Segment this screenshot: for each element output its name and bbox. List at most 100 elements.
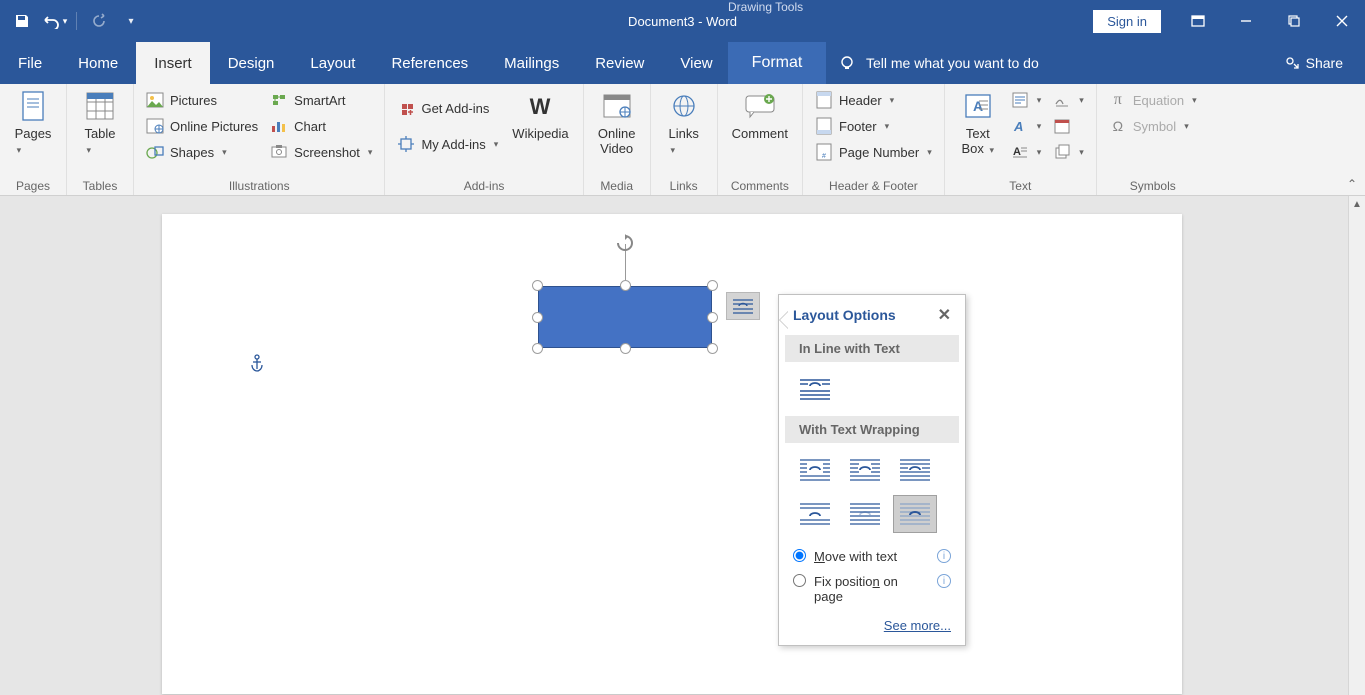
comment-button[interactable]: Comment	[726, 88, 794, 143]
wrap-tight[interactable]	[843, 451, 887, 489]
radio-move-with-text[interactable]: MMove with textove with text i	[793, 549, 951, 564]
my-addins-button[interactable]: My Add-ins▾	[393, 132, 502, 156]
wikipedia-button[interactable]: W Wikipedia	[506, 88, 574, 143]
see-more-row: See more...	[779, 612, 965, 645]
group-addins: Get Add-ins My Add-ins▾ W Wikipedia Add-…	[385, 84, 583, 195]
page-number-button[interactable]: #Page Number▾	[811, 140, 936, 164]
ribbon-tabs: File Home Insert Design Layout Reference…	[0, 42, 1365, 84]
wrap-through[interactable]	[893, 451, 937, 489]
maximize-button[interactable]	[1271, 0, 1317, 42]
wrap-inline[interactable]	[793, 370, 837, 408]
selected-shape[interactable]	[538, 286, 712, 348]
tab-review[interactable]: Review	[577, 42, 662, 84]
qat-customize-button[interactable]: ▾	[117, 7, 145, 35]
online-pictures-button[interactable]: Online Pictures	[142, 114, 262, 138]
rectangle-shape[interactable]	[538, 286, 712, 348]
signin-button[interactable]: Sign in	[1093, 10, 1161, 33]
drop-cap-icon: A	[1011, 143, 1029, 161]
radio-fix-position[interactable]: Fix position onpage i	[793, 574, 951, 604]
symbol-button[interactable]: ΩSymbol▾	[1105, 114, 1201, 138]
radio-move-input[interactable]	[793, 549, 806, 562]
tab-file[interactable]: File	[0, 42, 60, 84]
redo-icon	[91, 13, 107, 29]
layout-options-toggle[interactable]	[726, 292, 760, 320]
links-button[interactable]: Links▾	[659, 88, 709, 158]
pictures-button[interactable]: Pictures	[142, 88, 262, 112]
quick-parts-icon	[1011, 91, 1029, 109]
resize-handle-bm[interactable]	[620, 343, 631, 354]
resize-handle-br[interactable]	[707, 343, 718, 354]
store-icon	[397, 99, 415, 117]
resize-handle-tm[interactable]	[620, 280, 631, 291]
layout-options-close[interactable]: ✕	[938, 305, 951, 325]
get-addins-button[interactable]: Get Add-ins	[393, 96, 502, 120]
wrap-in-front[interactable]	[893, 495, 937, 533]
tab-format[interactable]: Format	[728, 42, 826, 84]
info-icon[interactable]: i	[937, 549, 951, 563]
page[interactable]: Layout Options ✕ In Line with Text With …	[162, 214, 1182, 694]
tab-references[interactable]: References	[373, 42, 486, 84]
pages-button[interactable]: Pages▾	[8, 88, 58, 158]
tab-design[interactable]: Design	[210, 42, 293, 84]
text-box-icon: A	[962, 90, 994, 122]
section-inline-header: In Line with Text	[785, 335, 959, 362]
object-button[interactable]: ▾	[1049, 140, 1088, 164]
info-icon[interactable]: i	[937, 574, 951, 588]
wrap-square[interactable]	[793, 451, 837, 489]
scroll-up[interactable]: ▲	[1349, 196, 1365, 213]
undo-button[interactable]: ▾	[40, 7, 68, 35]
quick-parts-button[interactable]: ▾	[1007, 88, 1046, 112]
close-button[interactable]	[1319, 0, 1365, 42]
rotation-handle[interactable]	[616, 234, 634, 252]
resize-handle-ml[interactable]	[532, 312, 543, 323]
date-time-icon	[1053, 117, 1071, 135]
minimize-button[interactable]	[1223, 0, 1269, 42]
group-header-footer: Header▾ Footer▾ #Page Number▾ Header & F…	[803, 84, 945, 195]
wrap-behind[interactable]	[843, 495, 887, 533]
wrap-top-bottom[interactable]	[793, 495, 837, 533]
chart-icon	[270, 117, 288, 135]
wordart-button[interactable]: A▾	[1007, 114, 1046, 138]
shapes-button[interactable]: Shapes▾	[142, 140, 262, 164]
date-time-button[interactable]	[1049, 114, 1088, 138]
footer-button[interactable]: Footer▾	[811, 114, 936, 138]
smartart-button[interactable]: SmartArt	[266, 88, 376, 112]
resize-handle-tl[interactable]	[532, 280, 543, 291]
chart-button[interactable]: Chart	[266, 114, 376, 138]
tab-mailings[interactable]: Mailings	[486, 42, 577, 84]
ribbon-display-button[interactable]	[1175, 0, 1221, 42]
text-box-button[interactable]: A TextBox ▾	[953, 88, 1003, 158]
resize-handle-tr[interactable]	[707, 280, 718, 291]
tell-me-label: Tell me what you want to do	[866, 55, 1039, 71]
resize-handle-mr[interactable]	[707, 312, 718, 323]
tell-me-search[interactable]: Tell me what you want to do	[838, 54, 1039, 72]
collapse-ribbon-button[interactable]: ⌃	[1347, 177, 1357, 191]
svg-text:#: #	[822, 153, 826, 160]
online-pictures-icon	[146, 117, 164, 135]
group-pages: Pages▾ Pages	[0, 84, 67, 195]
header-icon	[815, 91, 833, 109]
signature-icon	[1053, 91, 1071, 109]
resize-handle-bl[interactable]	[532, 343, 543, 354]
group-comments: Comment Comments	[718, 84, 803, 195]
table-button[interactable]: Table▾	[75, 88, 125, 158]
tab-view[interactable]: View	[662, 42, 730, 84]
group-links: Links▾ Links	[651, 84, 718, 195]
header-button[interactable]: Header▾	[811, 88, 936, 112]
screenshot-button[interactable]: Screenshot▾	[266, 140, 376, 164]
tab-layout[interactable]: Layout	[292, 42, 373, 84]
save-button[interactable]	[8, 7, 36, 35]
vertical-scrollbar[interactable]: ▲	[1348, 196, 1365, 695]
see-more-link[interactable]: See more...	[884, 618, 951, 633]
tab-home[interactable]: Home	[60, 42, 136, 84]
online-video-button[interactable]: OnlineVideo	[592, 88, 642, 158]
equation-button[interactable]: πEquation▾	[1105, 88, 1201, 112]
tab-insert[interactable]: Insert	[136, 42, 210, 84]
radio-fix-input[interactable]	[793, 574, 806, 587]
redo-button[interactable]	[85, 7, 113, 35]
drop-cap-button[interactable]: A▾	[1007, 140, 1046, 164]
comment-icon	[744, 90, 776, 122]
share-button[interactable]: Share	[1284, 55, 1365, 71]
signature-line-button[interactable]: ▾	[1049, 88, 1088, 112]
undo-icon	[41, 13, 61, 29]
